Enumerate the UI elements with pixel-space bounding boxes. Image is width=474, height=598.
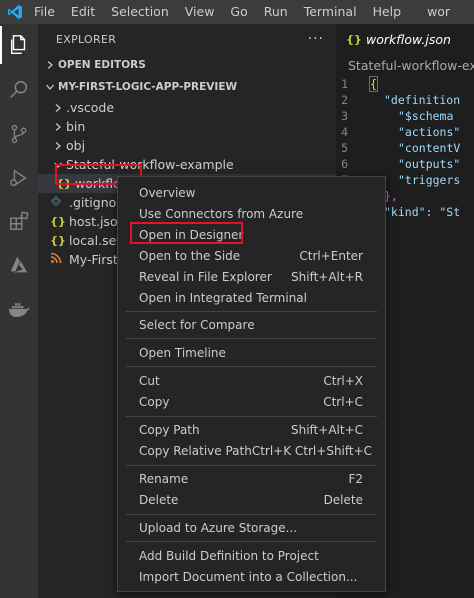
docker-icon	[9, 303, 30, 317]
files-icon	[10, 35, 26, 54]
extensions-button[interactable]	[0, 202, 38, 240]
search-button[interactable]	[0, 71, 38, 109]
menu-selection[interactable]: Selection	[103, 0, 177, 24]
azure-button[interactable]	[0, 246, 38, 284]
window-title: wor	[427, 4, 451, 19]
menu-item-select-compare[interactable]: Select for Compare	[118, 314, 385, 335]
code-line: 3 "$schema	[341, 109, 454, 123]
chevron-right-icon	[42, 60, 58, 70]
run-debug-icon	[10, 169, 27, 187]
chevron-right-icon	[50, 103, 66, 113]
rss-file-icon	[50, 252, 66, 267]
menu-separator	[126, 311, 377, 312]
chevron-right-icon	[50, 122, 66, 132]
chevron-down-icon	[42, 82, 58, 92]
more-actions-icon[interactable]: ···	[308, 31, 324, 47]
menu-separator	[126, 416, 377, 417]
tab-workflow-json[interactable]: {} workflow.json	[336, 24, 474, 54]
menu-edit[interactable]: Edit	[63, 0, 103, 24]
code-line: 4 "actions"	[341, 125, 461, 139]
menu-run[interactable]: Run	[256, 0, 296, 24]
menu-separator	[126, 514, 377, 515]
azure-icon	[10, 256, 28, 273]
explorer-button[interactable]	[0, 26, 38, 64]
code-line: 5 "contentV	[341, 141, 461, 155]
tree-item-bin[interactable]: bin	[38, 117, 336, 136]
menu-terminal[interactable]: Terminal	[296, 0, 365, 24]
tree-item-label: obj	[66, 138, 86, 153]
menu-item-open-to-side[interactable]: Open to the Side Ctrl+Enter	[118, 245, 385, 266]
code-line: 2 "definition	[341, 93, 461, 107]
open-editors-label: OPEN EDITORS	[58, 59, 146, 71]
tab-bar: {} workflow.json	[336, 24, 474, 54]
activity-bar	[0, 24, 38, 598]
source-control-icon	[11, 124, 27, 144]
tree-item-obj[interactable]: obj	[38, 136, 336, 155]
search-icon	[10, 81, 28, 98]
menu-item-import-document[interactable]: Import Document into a Collection...	[118, 566, 385, 587]
explorer-header: EXPLORER ···	[38, 24, 336, 54]
menu-bar: File Edit Selection View Go Run Terminal…	[30, 0, 458, 24]
menu-separator	[126, 541, 377, 542]
explorer-title: EXPLORER	[56, 32, 117, 46]
tree-item-label: bin	[66, 119, 86, 134]
tree-item-label: .vscode	[66, 100, 115, 115]
menu-go[interactable]: Go	[222, 0, 255, 24]
run-debug-button[interactable]	[0, 159, 38, 197]
project-label: MY-FIRST-LOGIC-APP-PREVIEW	[58, 81, 238, 93]
git-file-icon	[50, 195, 66, 210]
menu-separator	[126, 366, 377, 367]
menu-item-use-connectors[interactable]: Use Connectors from Azure	[118, 203, 385, 224]
menu-item-open-in-terminal[interactable]: Open in Integrated Terminal	[118, 287, 385, 308]
tree-item-vscode[interactable]: .vscode	[38, 98, 336, 117]
menu-item-copy-relative-path[interactable]: Copy Relative Path Ctrl+K Ctrl+Shift+C	[118, 440, 385, 461]
menu-item-add-build-definition[interactable]: Add Build Definition to Project	[118, 545, 385, 566]
menu-item-copy[interactable]: Copy Ctrl+C	[118, 391, 385, 412]
menu-separator	[126, 338, 377, 339]
menu-separator	[126, 465, 377, 466]
source-control-button[interactable]	[0, 115, 38, 153]
open-editors-section[interactable]: OPEN EDITORS	[38, 54, 336, 76]
extensions-icon	[10, 211, 29, 230]
menu-item-open-timeline[interactable]: Open Timeline	[118, 342, 385, 363]
highlight-box-open-in-designer	[130, 222, 243, 244]
json-file-icon: {}	[346, 32, 362, 46]
menu-item-reveal-in-explorer[interactable]: Reveal in File Explorer Shift+Alt+R	[118, 266, 385, 287]
project-section[interactable]: MY-FIRST-LOGIC-APP-PREVIEW	[38, 76, 336, 98]
code-line: 1{	[341, 76, 378, 92]
tab-label: workflow.json	[366, 31, 451, 47]
menu-file[interactable]: File	[30, 0, 63, 24]
json-file-icon: {}	[50, 234, 66, 247]
menu-item-rename[interactable]: Rename F2	[118, 468, 385, 489]
title-bar: File Edit Selection View Go Run Terminal…	[0, 0, 474, 24]
menu-item-cut[interactable]: Cut Ctrl+X	[118, 370, 385, 391]
json-file-icon: {}	[50, 215, 66, 228]
menu-help[interactable]: Help	[365, 0, 410, 24]
menu-view[interactable]: View	[177, 0, 223, 24]
vscode-logo-icon	[0, 0, 30, 24]
chevron-right-icon	[50, 141, 66, 151]
menu-item-upload-azure-storage[interactable]: Upload to Azure Storage...	[118, 517, 385, 538]
code-line: 6 "outputs"	[341, 157, 461, 171]
menu-item-copy-path[interactable]: Copy Path Shift+Alt+C	[118, 419, 385, 440]
breadcrumb[interactable]: Stateful-workflow-example	[336, 54, 474, 76]
docker-button[interactable]	[0, 290, 38, 328]
menu-item-overview[interactable]: Overview	[118, 182, 385, 203]
menu-item-delete[interactable]: Delete Delete	[118, 489, 385, 510]
